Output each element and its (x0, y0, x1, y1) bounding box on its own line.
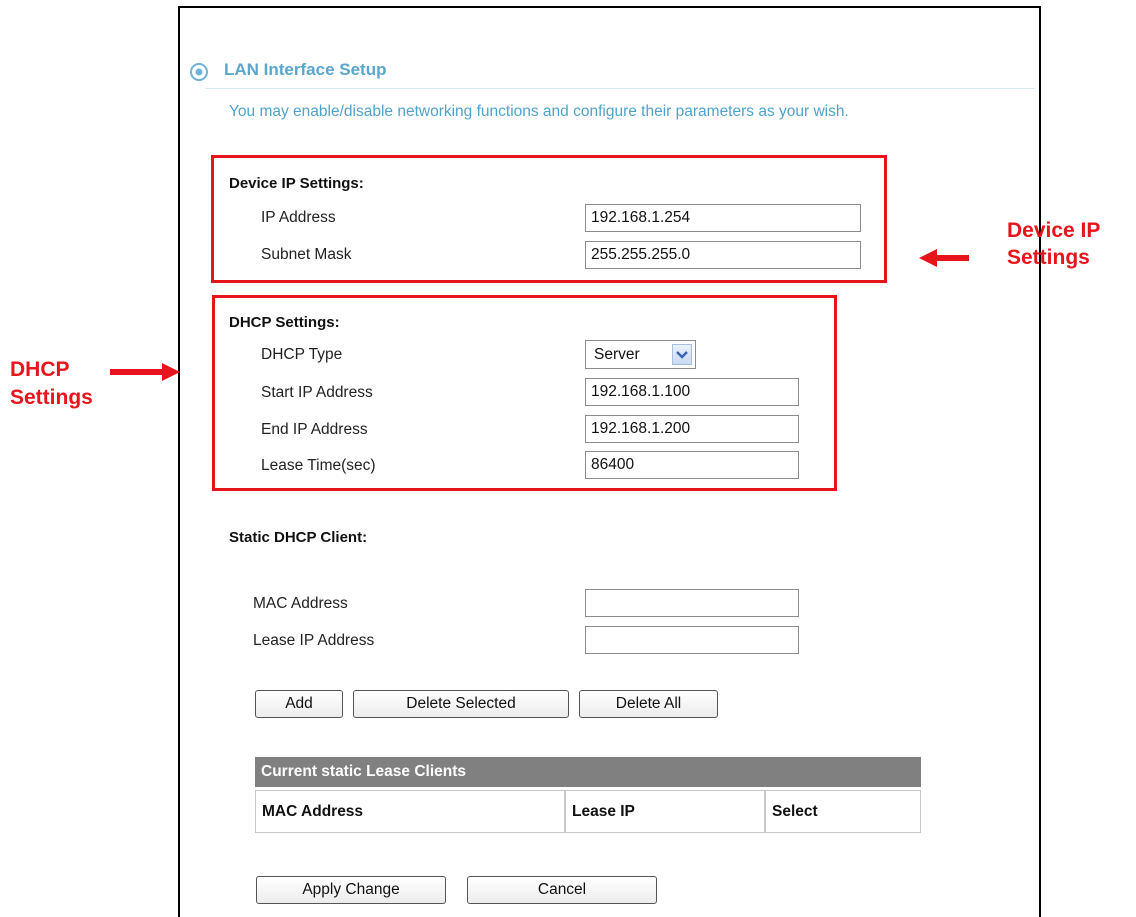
target-icon (190, 63, 208, 81)
static-client-section-title: Static DHCP Client: (229, 529, 368, 546)
right-arrow-icon (110, 363, 180, 381)
device-ip-annotation-line2: Settings (1007, 246, 1090, 269)
column-lease-ip: Lease IP (565, 790, 765, 833)
column-select: Select (765, 790, 921, 833)
dhcp-annotation-line2: Settings (10, 386, 93, 409)
left-arrow-icon (919, 249, 969, 267)
lease-table-title: Current static Lease Clients (255, 757, 921, 787)
end-ip-label: End IP Address (261, 421, 368, 438)
start-ip-input[interactable] (585, 378, 799, 406)
lease-table-header-row: MAC Address Lease IP Select (255, 790, 921, 833)
chevron-down-icon[interactable] (672, 344, 692, 365)
subnet-mask-label: Subnet Mask (261, 246, 352, 263)
ip-address-label: IP Address (261, 209, 336, 226)
lease-ip-label: Lease IP Address (253, 632, 375, 649)
apply-change-button[interactable]: Apply Change (256, 876, 446, 904)
dhcp-annotation-line1: DHCP (10, 358, 70, 381)
dhcp-type-value: Server (594, 346, 640, 363)
column-mac-address: MAC Address (255, 790, 565, 833)
dhcp-type-label: DHCP Type (261, 346, 343, 363)
page-description: You may enable/disable networking functi… (229, 103, 849, 120)
page-title: LAN Interface Setup (224, 60, 387, 79)
lease-ip-input[interactable] (585, 626, 799, 654)
ip-address-input[interactable] (585, 204, 861, 232)
dhcp-section-title: DHCP Settings: (229, 314, 340, 331)
delete-all-button[interactable]: Delete All (579, 690, 718, 718)
end-ip-input[interactable] (585, 415, 799, 443)
add-button[interactable]: Add (255, 690, 343, 718)
dhcp-type-select[interactable]: Server (585, 340, 696, 369)
lease-time-label: Lease Time(sec) (261, 457, 376, 474)
delete-selected-button[interactable]: Delete Selected (353, 690, 569, 718)
title-divider (205, 88, 1035, 89)
subnet-mask-input[interactable] (585, 241, 861, 269)
lease-time-input[interactable] (585, 451, 799, 479)
cancel-button[interactable]: Cancel (467, 876, 657, 904)
start-ip-label: Start IP Address (261, 384, 373, 401)
mac-address-input[interactable] (585, 589, 799, 617)
device-ip-annotation-line1: Device IP (1007, 219, 1101, 242)
mac-address-label: MAC Address (253, 595, 348, 612)
device-ip-section-title: Device IP Settings: (229, 175, 364, 192)
